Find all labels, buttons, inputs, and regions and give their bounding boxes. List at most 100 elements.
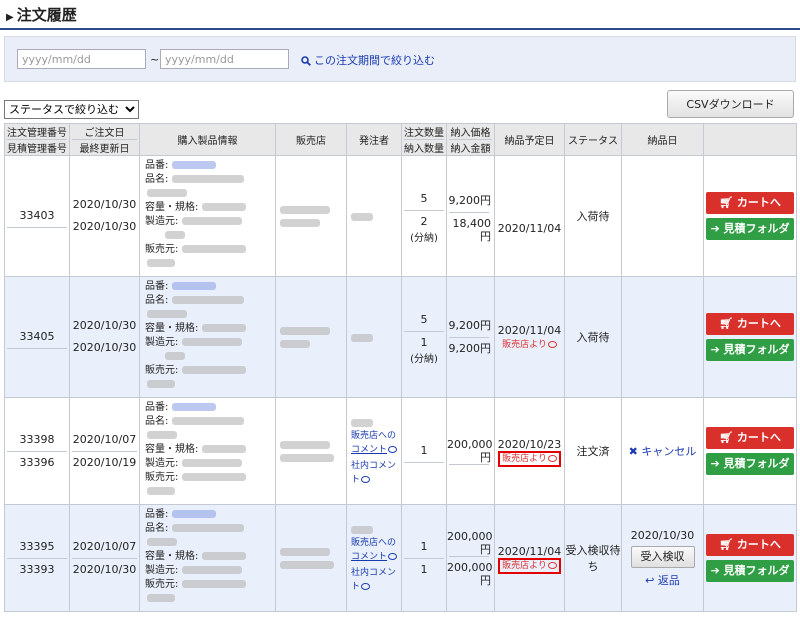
price-cell: 9,200円 9,200円 — [446, 276, 495, 398]
comment-bubble-icon — [361, 582, 371, 590]
shop-comment-link[interactable]: 販売店より — [502, 340, 557, 350]
internal-comment-link[interactable]: 社内コメント — [351, 459, 397, 487]
add-to-cart-button[interactable]: 🛒︎ カートへ — [706, 427, 794, 449]
order-no-cell: 33403 — [4, 155, 70, 277]
header-price: 納入価格 納入金額 — [446, 123, 495, 156]
range-separator: ~ — [150, 53, 160, 66]
cart-icon: 🛒︎ — [719, 538, 734, 551]
triangle-right-icon: ▶ — [6, 12, 14, 23]
actions-cell: 🛒︎ カートへ ➔ 見積フォルダ — [703, 155, 797, 277]
due-date-cell: 2020/11/04 販売店より — [494, 276, 565, 398]
estimate-folder-button[interactable]: ➔ 見積フォルダ — [706, 453, 794, 475]
shop-cell — [275, 155, 347, 277]
date-cell: 2020/10/07 2020/10/30 — [69, 504, 140, 612]
comment-bubble-icon — [361, 475, 371, 483]
return-link[interactable]: ↩ 返品 — [622, 572, 703, 588]
csv-download-button[interactable]: CSVダウンロード — [667, 90, 794, 118]
redacted-product-no[interactable] — [171, 161, 216, 169]
estimate-folder-button[interactable]: ➔ 見積フォルダ — [706, 218, 794, 240]
date-cell: 2020/10/30 2020/10/30 — [69, 155, 140, 277]
cancel-order-link[interactable]: ✖ キャンセル — [629, 445, 697, 458]
add-to-cart-button[interactable]: 🛒︎ カートへ — [706, 534, 794, 556]
order-no-cell: 33405 — [4, 276, 70, 398]
header-order-quote-no: 注文管理番号 見積管理番号 — [4, 123, 70, 156]
product-info-cell: 品番: 品名: 容量・規格: 製造元: 販売元: — [139, 155, 276, 277]
receive-inspection-button[interactable]: 受入検収 — [630, 545, 695, 568]
orderer-cell: 販売店への コメント 社内コメント — [346, 397, 402, 505]
shop-comment-link[interactable]: 販売店より — [498, 451, 561, 467]
header-orderer: 発注者 — [346, 123, 402, 156]
close-icon: ✖ — [628, 445, 638, 458]
delivered-date-cell — [621, 155, 704, 277]
return-arrow-icon: ↩ — [645, 573, 655, 587]
date-to-input[interactable] — [160, 49, 289, 69]
add-to-cart-button[interactable]: 🛒︎ カートへ — [706, 313, 794, 335]
delivered-date-cell: 2020/10/30 受入検収 ↩ 返品 — [621, 504, 704, 612]
arrow-right-icon: ➔ — [710, 564, 720, 577]
quantity-cell: 1 — [401, 397, 447, 505]
price-cell: 200,000 円 200,000 円 — [446, 504, 495, 612]
comment-to-shop-link[interactable]: 販売店への コメント — [351, 536, 398, 564]
estimate-folder-button[interactable]: ➔ 見積フォルダ — [706, 339, 794, 361]
date-cell: 2020/10/30 2020/10/30 — [69, 276, 140, 398]
status-cell: 入荷待 — [564, 276, 622, 398]
header-dates: ご注文日 最終更新日 — [69, 123, 140, 156]
arrow-right-icon: ➔ — [710, 457, 720, 470]
cart-icon: 🛒︎ — [719, 317, 734, 330]
orderer-cell: 販売店への コメント 社内コメント — [346, 504, 402, 612]
comment-bubble-icon — [547, 341, 557, 348]
status-cell: 入荷待 — [564, 155, 622, 277]
table-row: 33398 33396 2020/10/07 2020/10/19 品番: 品名: … — [4, 397, 797, 505]
shop-comment-link[interactable]: 販売店より — [498, 558, 561, 574]
add-to-cart-button[interactable]: 🛒︎ カートへ — [706, 192, 794, 214]
apply-period-filter-link[interactable]: この注文期間で絞り込む — [301, 52, 435, 68]
product-info-cell: 品番: 品名: 容量・規格: 製造元: 販売元: — [139, 276, 276, 398]
status-cell: 注文済 — [564, 397, 622, 505]
due-date-cell: 2020/11/04 販売店より — [494, 504, 565, 612]
quantity-cell: 11 — [401, 504, 447, 612]
date-cell: 2020/10/07 2020/10/19 — [69, 397, 140, 505]
orderer-cell — [346, 276, 402, 398]
delivered-date-cell — [621, 276, 704, 398]
due-date-cell: 2020/10/23 販売店より — [494, 397, 565, 505]
due-date-cell: 2020/11/04 — [494, 155, 565, 277]
quantity-cell: 5 1 (分納) — [401, 276, 447, 398]
header-due-date: 納品予定日 — [494, 123, 565, 156]
actions-cell: 🛒︎ カートへ ➔ 見積フォルダ — [703, 276, 797, 398]
quantity-cell: 5 2 (分納) — [401, 155, 447, 277]
estimate-folder-button[interactable]: ➔ 見積フォルダ — [706, 560, 794, 582]
header-delivered-date: 納品日 — [621, 123, 704, 156]
actions-cell: 🛒︎ カートへ ➔ 見積フォルダ — [703, 397, 797, 505]
comment-bubble-icon — [388, 552, 398, 560]
comment-to-shop-link[interactable]: 販売店への コメント — [351, 429, 398, 457]
order-history-table: 注文管理番号 見積管理番号 ご注文日 最終更新日 購入製品情報 販売店 発注者 注文… — [4, 123, 797, 612]
shop-cell — [275, 276, 347, 398]
order-no-cell: 33398 33396 — [4, 397, 70, 505]
internal-comment-link[interactable]: 社内コメント — [351, 566, 397, 594]
redacted-product-no[interactable] — [171, 282, 216, 290]
header-product-info: 購入製品情報 — [139, 123, 276, 156]
comment-bubble-icon — [388, 445, 398, 453]
product-info-cell: 品番: 品名: 容量・規格: 製造元: 販売元: — [139, 397, 276, 505]
date-filter-panel: ~ この注文期間で絞り込む — [4, 36, 796, 82]
table-row: 33403 2020/10/30 2020/10/30 品番: 品名: 容量・規格… — [4, 155, 797, 277]
orderer-cell — [346, 155, 402, 277]
product-info-cell: 品番: 品名: 容量・規格: 製造元: 販売元: — [139, 504, 276, 612]
actions-cell: 🛒︎ カートへ ➔ 見積フォルダ — [703, 504, 797, 612]
redacted-product-no[interactable] — [171, 510, 216, 518]
cancel-cell: ✖ キャンセル — [621, 397, 704, 505]
comment-bubble-icon — [547, 455, 557, 462]
page-title: ▶ 注文履歴 — [0, 0, 800, 30]
redacted-product-no[interactable] — [171, 403, 216, 411]
shop-cell — [275, 397, 347, 505]
date-from-input[interactable] — [17, 49, 146, 69]
price-cell: 200,000 円 — [446, 397, 495, 505]
table-row: 33395 33393 2020/10/07 2020/10/30 品番: 品名: … — [4, 504, 797, 612]
arrow-right-icon: ➔ — [710, 222, 720, 235]
header-quantity: 注文数量 納入数量 — [401, 123, 447, 156]
table-row: 33405 2020/10/30 2020/10/30 品番: 品名: 容量・規格… — [4, 276, 797, 398]
status-filter-select[interactable]: ステータスで絞り込む — [4, 100, 139, 119]
status-cell: 受入検収待ち — [564, 504, 622, 612]
header-shop: 販売店 — [275, 123, 347, 156]
price-cell: 9,200円 18,400 円 — [446, 155, 495, 277]
